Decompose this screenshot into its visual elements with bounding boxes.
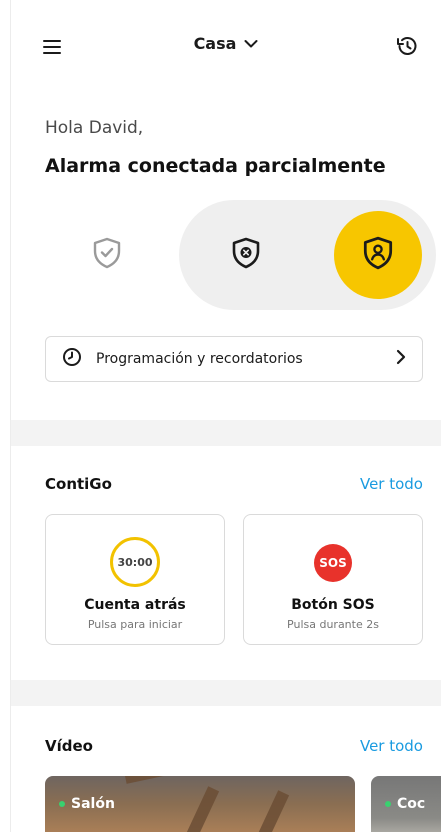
location-title: Casa (193, 34, 237, 53)
mode-partial-button[interactable] (63, 211, 151, 299)
countdown-subtitle: Pulsa para iniciar (87, 618, 183, 631)
section-divider (11, 680, 441, 706)
schedule-reminders-button[interactable]: Programación y recordatorios (45, 336, 423, 382)
camera-label: Salón (59, 796, 115, 812)
countdown-timer: 30:00 (110, 537, 160, 587)
camera-name: Coc (397, 796, 426, 812)
ceiling-beam (182, 786, 220, 832)
shield-x-icon (229, 236, 263, 274)
countdown-card[interactable]: 30:00 Cuenta atrás Pulsa para iniciar (45, 514, 225, 645)
camera-label: Coc (385, 796, 425, 812)
section-divider (11, 420, 441, 446)
camera-name: Salón (71, 796, 115, 812)
mode-total-button[interactable] (334, 211, 422, 299)
clock-icon (62, 347, 82, 371)
alarm-status-title: Alarma conectada parcialmente (45, 155, 386, 177)
app-screen: Casa Hola David, Alarma conectada parcia… (10, 0, 441, 832)
greeting-text: Hola David, (45, 118, 144, 138)
live-status-dot (385, 801, 391, 807)
schedule-label: Programación y recordatorios (96, 351, 303, 367)
location-selector[interactable]: Casa (11, 34, 441, 53)
video-see-all-link[interactable]: Ver todo (360, 737, 423, 755)
chevron-right-icon (396, 349, 406, 369)
mode-off-button[interactable] (202, 211, 290, 299)
contigo-section-title: ContiGo (45, 475, 112, 493)
top-bar: Casa (11, 28, 441, 64)
ceiling-beam (125, 776, 323, 784)
contigo-see-all-link[interactable]: Ver todo (360, 475, 423, 493)
camera-thumbnail-cocina[interactable]: Coc (371, 776, 441, 832)
countdown-title: Cuenta atrás (84, 597, 186, 613)
video-section-title: Vídeo (45, 737, 93, 755)
history-icon[interactable] (391, 30, 423, 62)
shield-check-icon (90, 236, 124, 274)
alarm-mode-selector (51, 200, 436, 310)
shield-person-icon (360, 235, 396, 275)
sos-badge: SOS (314, 544, 352, 582)
live-status-dot (59, 801, 65, 807)
sos-title: Botón SOS (291, 597, 375, 613)
sos-card[interactable]: SOS Botón SOS Pulsa durante 2s (243, 514, 423, 645)
chevron-down-icon (244, 34, 258, 53)
camera-thumbnail-salon[interactable]: Salón (45, 776, 355, 832)
sos-subtitle: Pulsa durante 2s (287, 618, 379, 631)
ceiling-beam (252, 790, 290, 832)
